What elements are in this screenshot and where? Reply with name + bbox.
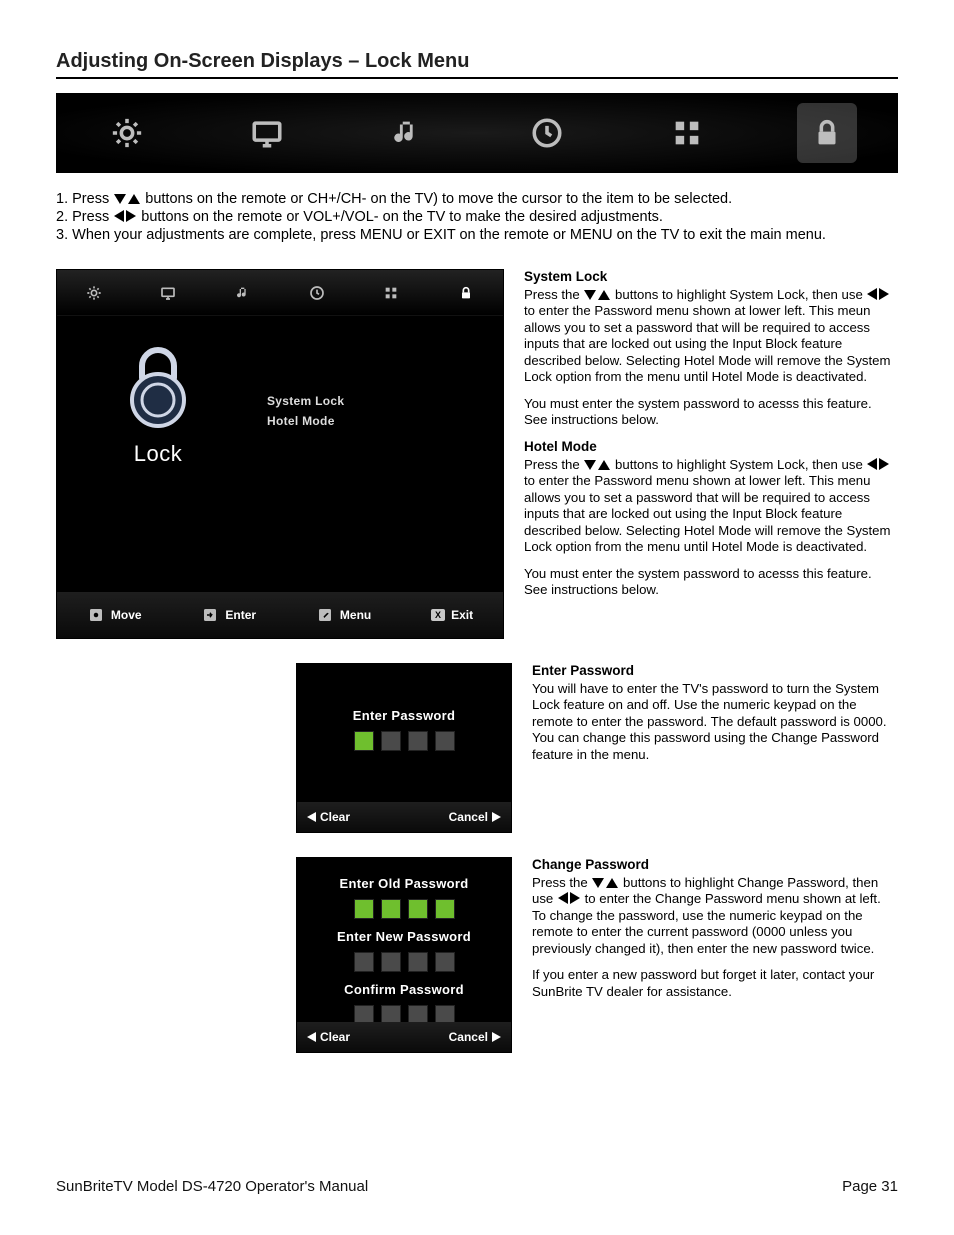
- clock-icon: [309, 285, 325, 301]
- gear-icon: [97, 103, 157, 163]
- change-password-title: Change Password: [532, 857, 898, 874]
- enter-icon: [201, 606, 219, 624]
- footer-manual-title: SunBriteTV Model DS-4720 Operator's Manu…: [56, 1178, 368, 1195]
- lock-title: Lock: [93, 441, 223, 467]
- instruction-2: Press buttons on the remote or VOL+/VOL-…: [56, 209, 898, 225]
- apps-icon: [657, 103, 717, 163]
- change-password-body: Press the buttons to highlight Change Pa…: [532, 875, 898, 958]
- music-icon: [377, 103, 437, 163]
- lock-icon: [797, 103, 857, 163]
- lock-icon: [458, 285, 474, 301]
- footer-move: Move: [87, 606, 142, 624]
- display-icon: [237, 103, 297, 163]
- clear-button: Clear: [307, 810, 350, 824]
- instruction-list: Press buttons on the remote or CH+/CH- o…: [56, 191, 898, 243]
- page-heading: Adjusting On-Screen Displays – Lock Menu: [56, 50, 898, 79]
- clear-button: Clear: [307, 1030, 350, 1044]
- footer-enter: Enter: [201, 606, 256, 624]
- menu-icon-strip: [56, 93, 898, 173]
- move-icon: [87, 606, 105, 624]
- cancel-button: Cancel: [449, 810, 501, 824]
- display-icon: [160, 285, 176, 301]
- instruction-3: When your adjustments are complete, pres…: [56, 227, 898, 243]
- gear-icon: [86, 285, 102, 301]
- menu-icon: [316, 606, 334, 624]
- old-password-label: Enter Old Password: [297, 876, 511, 891]
- system-lock-note: You must enter the system password to ac…: [524, 396, 898, 429]
- hotel-mode-note: You must enter the system password to ac…: [524, 566, 898, 599]
- enter-password-title: Enter Password: [532, 663, 898, 680]
- hotel-mode-body: Press the buttons to highlight System Lo…: [524, 457, 898, 556]
- lock-menu-screenshot: Lock System Lock Hotel Mode Move Enter M…: [56, 269, 504, 639]
- system-lock-body: Press the buttons to highlight System Lo…: [524, 287, 898, 386]
- exit-key-icon: X: [431, 609, 445, 621]
- new-password-label: Enter New Password: [297, 929, 511, 944]
- music-icon: [235, 285, 251, 301]
- instruction-1: Press buttons on the remote or CH+/CH- o…: [56, 191, 898, 207]
- menu-item-hotel-mode: Hotel Mode: [267, 414, 344, 428]
- system-lock-title: System Lock: [524, 269, 898, 286]
- change-password-screenshot: Enter Old Password Enter New Password Co…: [296, 857, 512, 1053]
- enter-password-body: You will have to enter the TV's password…: [532, 681, 898, 764]
- clock-icon: [517, 103, 577, 163]
- menu-item-system-lock: System Lock: [267, 394, 344, 408]
- hotel-mode-title: Hotel Mode: [524, 439, 898, 456]
- footer-page-number: Page 31: [842, 1178, 898, 1195]
- padlock-icon: [118, 344, 198, 430]
- enter-password-screenshot: Enter Password Clear Cancel: [296, 663, 512, 833]
- confirm-password-label: Confirm Password: [297, 982, 511, 997]
- password-boxes: [297, 731, 511, 751]
- change-password-note: If you enter a new password but forget i…: [532, 967, 898, 1000]
- apps-icon: [383, 285, 399, 301]
- footer-exit: XExit: [431, 608, 473, 622]
- footer-menu: Menu: [316, 606, 371, 624]
- cancel-button: Cancel: [449, 1030, 501, 1044]
- enter-password-label: Enter Password: [297, 708, 511, 723]
